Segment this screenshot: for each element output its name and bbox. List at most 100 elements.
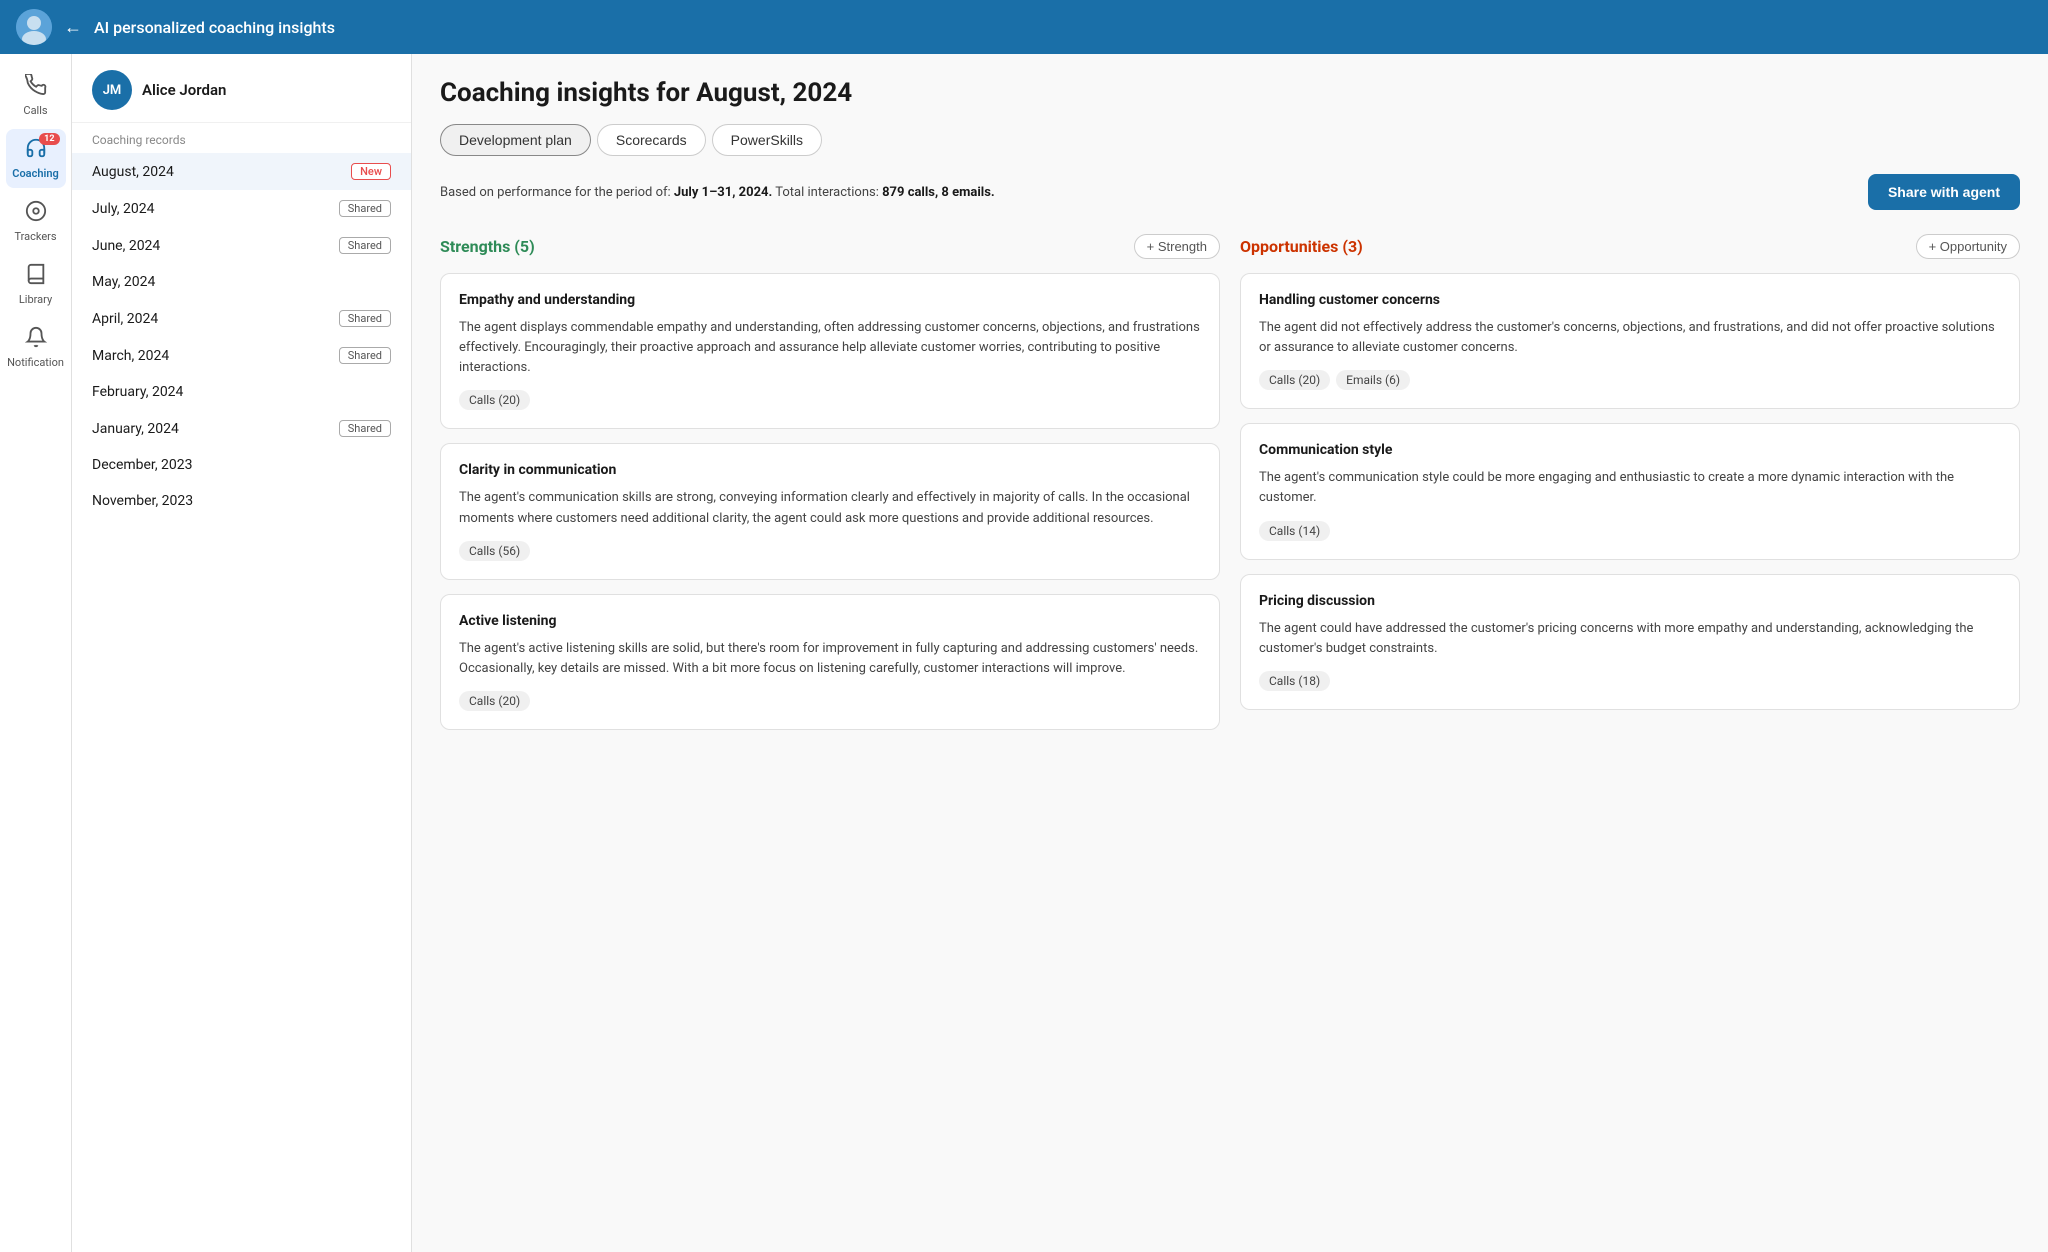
- sidebar-item-notification[interactable]: Notification: [6, 318, 66, 377]
- record-item[interactable]: April, 2024 Shared: [72, 300, 411, 337]
- strength-card: Active listening The agent's active liste…: [440, 594, 1220, 730]
- record-date: January, 2024: [92, 421, 179, 437]
- strength-card-title: Clarity in communication: [459, 462, 1201, 478]
- record-date: November, 2023: [92, 493, 193, 509]
- sidebar-badge-coaching: 12: [39, 133, 59, 145]
- strengths-header: Strengths (5) + Strength: [440, 234, 1220, 259]
- record-item[interactable]: May, 2024: [72, 264, 411, 300]
- opportunity-card-tags: Calls (20) Emails (6): [1259, 370, 2001, 390]
- strength-card-tags: Calls (20): [459, 390, 1201, 410]
- record-item[interactable]: July, 2024Shared: [72, 190, 411, 227]
- strength-card-tags: Calls (56): [459, 541, 1201, 561]
- opportunity-card: Handling customer concernsThe agent did …: [1240, 273, 2020, 409]
- calls-icon: [25, 74, 47, 101]
- opportunity-card-title: Communication style: [1259, 442, 2001, 458]
- record-item[interactable]: December, 2023: [72, 447, 411, 483]
- record-date: February, 2024: [92, 384, 183, 400]
- notification-icon: [25, 326, 47, 353]
- trackers-icon: [25, 200, 47, 227]
- agent-avatar: JM: [92, 70, 132, 110]
- sidebar: Calls Coaching 12 Trackers Library Notificati…: [0, 54, 72, 1252]
- strength-card-tags: Calls (20): [459, 691, 1201, 711]
- record-badge-shared: Shared: [339, 237, 391, 254]
- sidebar-item-library[interactable]: Library: [6, 255, 66, 314]
- record-badge-new: New: [351, 163, 391, 180]
- opportunities-column: Opportunities (3) + Opportunity Handling…: [1240, 234, 2020, 744]
- user-avatar: [16, 9, 52, 45]
- record-item[interactable]: August, 2024 New: [72, 153, 411, 190]
- strength-card-title: Active listening: [459, 613, 1201, 629]
- records-list: August, 2024NewJuly, 2024SharedJune, 202…: [72, 153, 411, 1252]
- tab-development-plan[interactable]: Development plan: [440, 124, 591, 156]
- record-badge-shared: Shared: [339, 310, 391, 327]
- opportunity-card-tags: Calls (14): [1259, 521, 2001, 541]
- sidebar-item-label-notification: Notification: [7, 356, 64, 369]
- page-title: Coaching insights for August, 2024: [440, 78, 2020, 108]
- record-date: March, 2024: [92, 348, 169, 364]
- record-date: April, 2024: [92, 311, 158, 327]
- record-date: July, 2024: [92, 201, 154, 217]
- left-panel: JM Alice Jordan Coaching records August,…: [72, 54, 412, 1252]
- tabs: Development planScorecardsPowerSkills: [440, 124, 2020, 156]
- library-icon: [25, 263, 47, 290]
- opportunity-card-body: The agent could have addressed the custo…: [1259, 619, 2001, 659]
- sidebar-item-coaching[interactable]: Coaching 12: [6, 129, 66, 188]
- tag: Emails (6): [1336, 370, 1410, 390]
- strength-card-body: The agent's communication skills are str…: [459, 488, 1201, 528]
- tag: Calls (18): [1259, 671, 1330, 691]
- strength-card-title: Empathy and understanding: [459, 292, 1201, 308]
- opportunity-card-tags: Calls (18): [1259, 671, 2001, 691]
- record-badge-shared: Shared: [339, 420, 391, 437]
- record-item[interactable]: March, 2024 Shared: [72, 337, 411, 374]
- record-item[interactable]: January, 2024 Shared: [72, 410, 411, 447]
- topbar-title: AI personalized coaching insights: [94, 18, 335, 37]
- strengths-column: Strengths (5) + Strength Empathy and und…: [440, 234, 1220, 744]
- performance-bar: Based on performance for the period of: …: [440, 174, 2020, 210]
- tab-scorecards[interactable]: Scorecards: [597, 124, 706, 156]
- sidebar-item-label-library: Library: [19, 293, 52, 306]
- strengths-title: Strengths (5): [440, 237, 535, 256]
- record-date: June, 2024: [92, 238, 160, 254]
- sidebar-item-calls[interactable]: Calls: [6, 66, 66, 125]
- tag: Calls (20): [1259, 370, 1330, 390]
- content-area: JM Alice Jordan Coaching records August,…: [72, 54, 2048, 1252]
- record-date: August, 2024: [92, 164, 174, 180]
- opportunity-card: Pricing discussion The agent could have a…: [1240, 574, 2020, 710]
- main-content: Coaching insights for August, 2024 Devel…: [412, 54, 2048, 1252]
- insights-columns: Strengths (5) + Strength Empathy and und…: [440, 234, 2020, 744]
- opportunities-list: Handling customer concernsThe agent did …: [1240, 273, 2020, 710]
- add-strength-button[interactable]: + Strength: [1134, 234, 1220, 259]
- sidebar-item-label-calls: Calls: [23, 104, 47, 117]
- sidebar-item-trackers[interactable]: Trackers: [6, 192, 66, 251]
- share-with-agent-button[interactable]: Share with agent: [1868, 174, 2020, 210]
- strength-card-body: The agent's active listening skills are …: [459, 639, 1201, 679]
- main-layout: Calls Coaching 12 Trackers Library Notificati…: [0, 54, 2048, 1252]
- opportunity-card-body: The agent's communication style could be…: [1259, 468, 2001, 508]
- tag: Calls (56): [459, 541, 530, 561]
- record-badge-shared: Shared: [339, 347, 391, 364]
- opportunities-header: Opportunities (3) + Opportunity: [1240, 234, 2020, 259]
- add-opportunity-button[interactable]: + Opportunity: [1916, 234, 2020, 259]
- record-date: May, 2024: [92, 274, 155, 290]
- record-item[interactable]: November, 2023: [72, 483, 411, 519]
- tag: Calls (20): [459, 691, 530, 711]
- opportunity-card-body: The agent did not effectively address th…: [1259, 318, 2001, 358]
- performance-text: Based on performance for the period of: …: [440, 185, 995, 200]
- strength-card-body: The agent displays commendable empathy a…: [459, 318, 1201, 378]
- sidebar-item-label-trackers: Trackers: [14, 230, 56, 243]
- sidebar-item-label-coaching: Coaching: [12, 167, 58, 180]
- agent-header: JM Alice Jordan: [72, 54, 411, 123]
- opportunity-card: Communication style The agent's communica…: [1240, 423, 2020, 559]
- agent-name: Alice Jordan: [142, 81, 226, 99]
- record-item[interactable]: February, 2024: [72, 374, 411, 410]
- back-button[interactable]: ←: [64, 17, 82, 38]
- record-item[interactable]: June, 2024 Shared: [72, 227, 411, 264]
- opportunity-card-title: Pricing discussion: [1259, 593, 2001, 609]
- topbar: ← AI personalized coaching insights: [0, 0, 2048, 54]
- record-date: December, 2023: [92, 457, 193, 473]
- tab-powerskills[interactable]: PowerSkills: [712, 124, 822, 156]
- coaching-records-label: Coaching records: [72, 123, 411, 153]
- strengths-list: Empathy and understanding The agent displ…: [440, 273, 1220, 730]
- opportunities-title: Opportunities (3): [1240, 237, 1363, 256]
- tag: Calls (20): [459, 390, 530, 410]
